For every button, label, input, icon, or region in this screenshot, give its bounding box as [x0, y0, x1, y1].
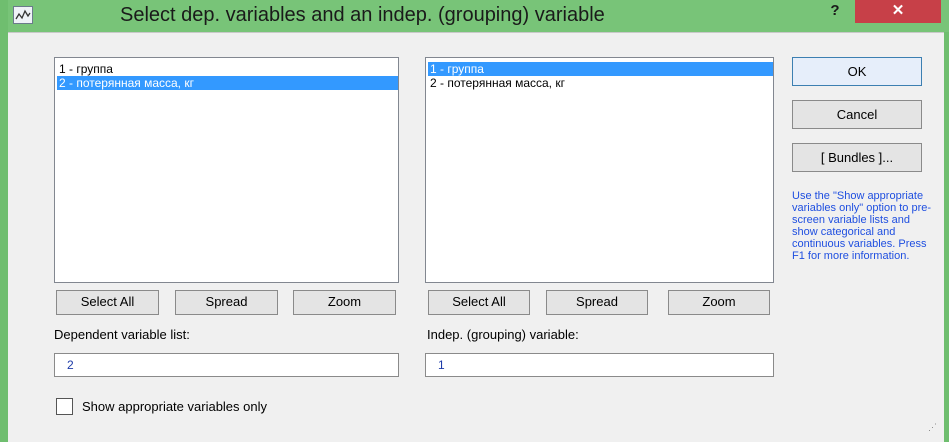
right-list-item-2[interactable]: 2 - потерянная масса, кг — [428, 76, 565, 90]
left-spread-button[interactable]: Spread — [175, 290, 278, 315]
left-list-item-2[interactable]: 2 - потерянная масса, кг — [57, 76, 398, 90]
grouping-variable-label: Indep. (grouping) variable: — [427, 327, 579, 342]
window-title: Select dep. variables and an indep. (gro… — [120, 4, 605, 26]
left-list-item-1[interactable]: 1 - группа — [57, 62, 113, 76]
grouping-variable-listbox[interactable]: 1 - группа 2 - потерянная масса, кг — [425, 57, 774, 283]
show-appropriate-variables-checkbox[interactable] — [56, 398, 73, 415]
right-spread-button[interactable]: Spread — [546, 290, 648, 315]
right-zoom-button[interactable]: Zoom — [668, 290, 770, 315]
dependent-variables-listbox[interactable]: 1 - группа 2 - потерянная масса, кг — [54, 57, 399, 283]
left-select-all-button[interactable]: Select All — [56, 290, 159, 315]
grouping-variable-field[interactable]: 1 — [425, 353, 774, 377]
close-button[interactable]: ✕ — [855, 0, 941, 23]
app-icon — [13, 6, 33, 24]
right-select-all-button[interactable]: Select All — [428, 290, 530, 315]
help-button[interactable]: ? — [820, 0, 850, 22]
dependent-variable-list-field[interactable]: 2 — [54, 353, 399, 377]
hint-text: Use the "Show appropriate variables only… — [792, 190, 932, 262]
dependent-variable-list-label: Dependent variable list: — [54, 327, 190, 342]
show-appropriate-variables-label[interactable]: Show appropriate variables only — [82, 399, 267, 414]
resize-grip-icon[interactable]: ⋰ — [928, 422, 937, 433]
left-zoom-button[interactable]: Zoom — [293, 290, 396, 315]
right-list-item-1[interactable]: 1 - группа — [428, 62, 773, 76]
bundles-button[interactable]: [ Bundles ]... — [792, 143, 922, 172]
cancel-button[interactable]: Cancel — [792, 100, 922, 129]
ok-button[interactable]: OK — [792, 57, 922, 86]
